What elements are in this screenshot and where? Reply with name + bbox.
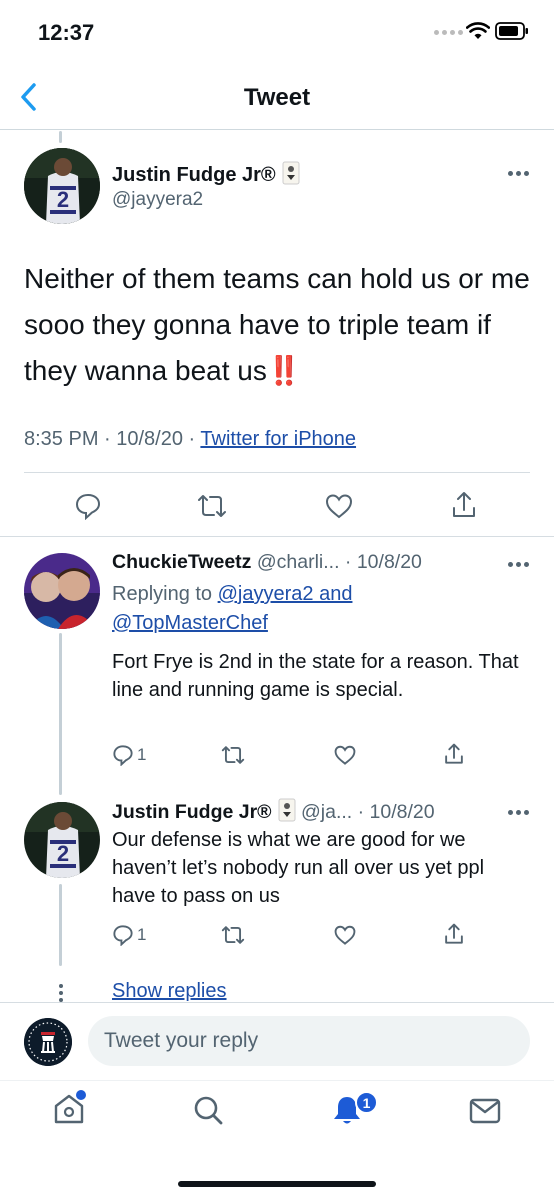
emoji-badge-icon <box>282 161 300 185</box>
reply-button[interactable]: 1 <box>112 744 146 766</box>
user-avatar[interactable] <box>24 1018 72 1066</box>
show-replies-link[interactable]: Show replies <box>112 980 227 1003</box>
wifi-icon <box>466 22 490 39</box>
reply-input[interactable] <box>88 1016 530 1066</box>
reply-text: Fort Frye is 2nd in the state for a reas… <box>112 651 519 701</box>
mention-link[interactable]: @jayyera2 and <box>218 583 353 605</box>
avatar[interactable] <box>24 553 100 629</box>
messages-icon[interactable] <box>468 1096 502 1126</box>
author-handle-date: @charli... · 10/8/20 <box>251 551 422 573</box>
share-icon[interactable] <box>443 922 465 946</box>
tweet-text: Neither of them teams can hold us or me … <box>24 263 530 386</box>
home-indicator[interactable] <box>178 1181 376 1187</box>
notification-count-badge: 1 <box>355 1091 378 1114</box>
retweet-icon[interactable] <box>220 924 246 946</box>
like-icon[interactable] <box>333 924 357 946</box>
nav-bar: Tweet <box>0 66 554 130</box>
signal-icon <box>434 30 463 35</box>
mention-link[interactable]: @TopMasterChef <box>112 612 268 634</box>
reply-button[interactable]: 1 <box>112 924 146 946</box>
reply-count: 1 <box>137 745 147 764</box>
status-bar: 12:37 <box>0 0 554 66</box>
divider <box>0 1080 554 1081</box>
reply-header[interactable]: Justin Fudge Jr® @ja... · 10/8/20 <box>112 798 435 824</box>
author-name[interactable]: ChuckieTweetz <box>112 551 251 573</box>
tweet-meta: 8:35 PM · 10/8/20 · Twitter for iPhone <box>24 428 356 451</box>
page-title: Tweet <box>243 84 311 111</box>
search-icon[interactable] <box>192 1094 224 1126</box>
thread-connector <box>59 131 62 143</box>
status-time: 12:37 <box>38 20 95 45</box>
more-options-icon[interactable] <box>508 810 529 815</box>
like-icon[interactable] <box>324 492 354 520</box>
reply-icon <box>113 745 133 766</box>
author-handle-date: @ja... · 10/8/20 <box>295 801 435 823</box>
emoji-badge-icon <box>278 798 296 822</box>
divider <box>0 1002 554 1003</box>
retweet-icon[interactable] <box>220 744 246 766</box>
tweet-timestamp: 8:35 PM · 10/8/20 · <box>24 428 201 450</box>
avatar[interactable]: 2 <box>24 802 100 878</box>
jersey-number: 2 <box>57 187 69 212</box>
battery-icon <box>495 22 528 40</box>
reply-icon[interactable] <box>74 492 102 520</box>
avatar[interactable]: 2 <box>24 148 100 224</box>
reply-count: 1 <box>137 925 147 944</box>
share-icon[interactable] <box>443 742 465 766</box>
replying-to: Replying to @jayyera2 and @TopMasterChef <box>112 583 353 634</box>
reply-header[interactable]: ChuckieTweetz @charli... · 10/8/20 <box>112 551 422 574</box>
jersey-number: 2 <box>57 841 69 866</box>
divider <box>0 536 554 537</box>
reply-icon <box>113 925 133 946</box>
divider <box>24 472 530 473</box>
home-new-indicator <box>76 1090 86 1100</box>
more-options-icon[interactable] <box>508 171 529 176</box>
reply-text: Our defense is what we are good for we h… <box>112 829 485 907</box>
more-replies-dots-icon <box>59 984 63 1002</box>
like-icon[interactable] <box>333 744 357 766</box>
author-name[interactable]: Justin Fudge Jr® <box>112 801 272 823</box>
retweet-icon[interactable] <box>196 492 228 520</box>
thread-connector <box>59 884 62 966</box>
more-options-icon[interactable] <box>508 562 529 567</box>
tweet-source-link[interactable]: Twitter for iPhone <box>200 428 356 450</box>
author-name[interactable]: Justin Fudge Jr® <box>112 161 300 187</box>
author-handle[interactable]: @jayyera2 <box>112 189 203 211</box>
thread-connector <box>59 633 62 795</box>
share-icon[interactable] <box>450 490 478 520</box>
